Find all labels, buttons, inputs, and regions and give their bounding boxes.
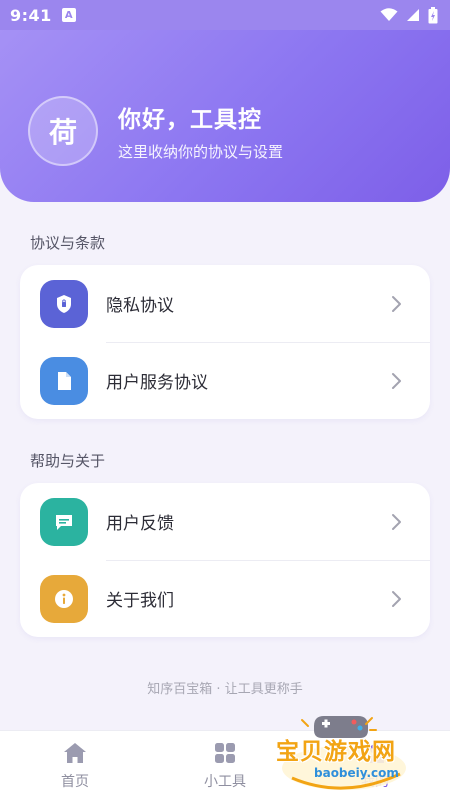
home-icon xyxy=(64,742,86,763)
chevron-right-icon xyxy=(376,295,416,313)
watermark-url: baobeiy.com xyxy=(314,766,399,780)
watermark: 宝贝游戏网 baobeiy.com xyxy=(272,708,448,798)
menu-item-label: 隐私协议 xyxy=(106,296,174,316)
chevron-right-icon xyxy=(376,372,416,390)
section-title-agreements: 协议与条款 xyxy=(30,234,106,252)
avatar[interactable]: 荷 xyxy=(28,96,98,166)
tab-label: 首页 xyxy=(61,773,89,790)
section-title-help: 帮助与关于 xyxy=(30,452,106,470)
footer-tagline: 知序百宝箱 · 让工具更称手 xyxy=(147,682,303,697)
help-card: 用户反馈 关于我们 xyxy=(20,483,430,637)
chat-icon xyxy=(40,497,88,546)
greeting-subtitle: 这里收纳你的协议与设置 xyxy=(118,143,284,161)
greeting-title: 你好，工具控 xyxy=(118,107,262,133)
agreements-card: 隐私协议 用户服务协议 xyxy=(20,265,430,419)
menu-item-user-service-agreement[interactable]: 用户服务协议 xyxy=(20,342,430,419)
watermark-title: 宝贝游戏网 xyxy=(276,739,396,765)
status-time: 9:41 xyxy=(10,5,52,25)
chevron-right-icon xyxy=(376,513,416,531)
profile-header: 荷 你好，工具控 这里收纳你的协议与设置 xyxy=(0,30,450,202)
tab-label: 小工具 xyxy=(204,773,246,790)
tab-home[interactable]: 首页 xyxy=(0,731,150,800)
menu-item-label: 用户反馈 xyxy=(106,514,174,534)
chevron-right-icon xyxy=(376,590,416,608)
menu-item-about-us[interactable]: 关于我们 xyxy=(20,560,430,637)
notification-icon: A xyxy=(61,8,76,22)
menu-item-privacy-policy[interactable]: 隐私协议 xyxy=(20,265,430,342)
grid-icon xyxy=(215,742,235,763)
signal-icon xyxy=(407,9,419,21)
info-icon xyxy=(40,574,88,623)
shield-icon xyxy=(40,279,88,328)
status-bar: 9:41 A xyxy=(0,0,450,30)
battery-icon xyxy=(428,6,438,23)
document-icon xyxy=(40,356,88,405)
menu-item-label: 用户服务协议 xyxy=(106,373,208,393)
wifi-icon xyxy=(380,8,398,21)
menu-item-feedback[interactable]: 用户反馈 xyxy=(20,483,430,560)
menu-item-label: 关于我们 xyxy=(106,591,174,611)
